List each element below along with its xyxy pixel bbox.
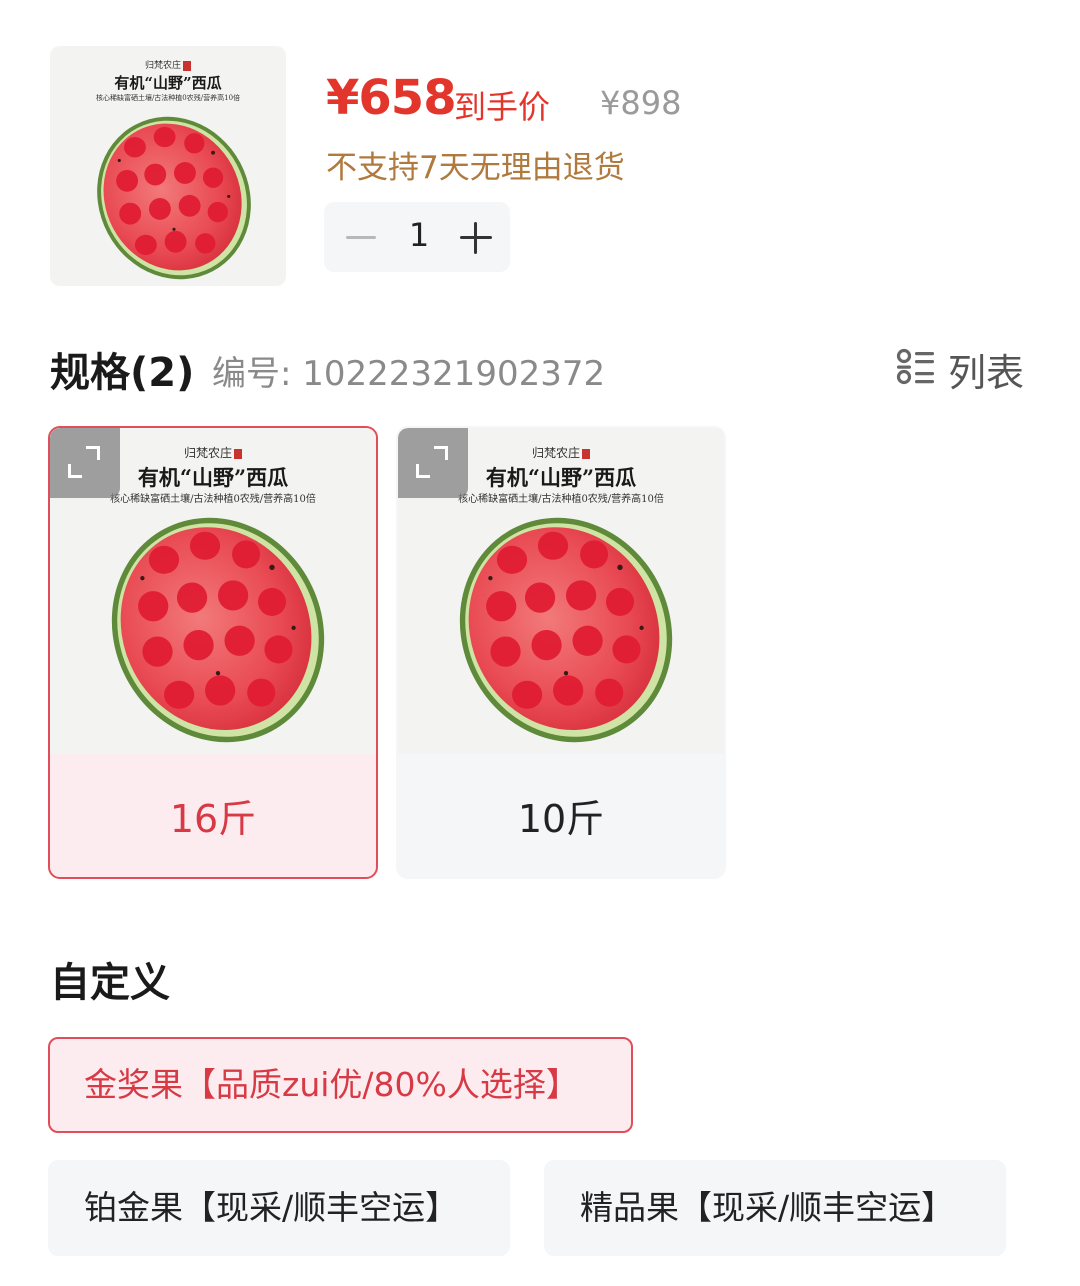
spec-option-label: 10斤	[517, 797, 605, 841]
spec-option-16jin[interactable]: 归梵农庄 有机“山野”西瓜 核心稀缺富硒土壤/古法种植0农残/营养高10倍 16…	[48, 426, 378, 879]
thumbnail-brand: 归梵农庄	[50, 58, 286, 71]
final-price-label: 到手价	[454, 88, 551, 126]
custom-section-title: 自定义	[50, 960, 170, 1006]
increase-quantity-button[interactable]	[456, 217, 496, 257]
decrease-quantity-button[interactable]	[342, 217, 382, 257]
final-price: ¥658	[326, 70, 457, 126]
spec-option-label: 16斤	[169, 797, 257, 841]
custom-option-gold[interactable]: 金奖果【品质zui优/80%人选择】	[48, 1037, 633, 1133]
custom-option-premium[interactable]: 精品果【现采/顺丰空运】	[544, 1160, 1006, 1256]
list-view-icon	[896, 348, 934, 385]
watermelon-image	[110, 510, 326, 750]
watermelon-image	[80, 112, 268, 284]
watermelon-image	[458, 510, 674, 750]
expand-image-icon[interactable]	[398, 428, 468, 498]
quantity-value[interactable]: 1	[404, 216, 434, 254]
quantity-stepper: 1	[324, 202, 510, 272]
spec-option-10jin[interactable]: 归梵农庄 有机“山野”西瓜 核心稀缺富硒土壤/古法种植0农残/营养高10倍 10…	[396, 426, 726, 879]
list-view-toggle[interactable]: 列表	[892, 340, 1034, 395]
return-policy-notice: 不支持7天无理由退货	[326, 150, 625, 186]
custom-option-platinum[interactable]: 铂金果【现采/顺丰空运】	[48, 1160, 510, 1256]
thumbnail-title: 有机“山野”西瓜	[114, 74, 222, 92]
product-code: 编号: 10222321902372	[212, 354, 606, 394]
product-thumbnail[interactable]: 归梵农庄 有机“山野”西瓜 核心稀缺富硒土壤/古法种植0农残/营养高10倍	[50, 46, 286, 286]
original-price: ¥898	[600, 84, 682, 122]
spec-section-title: 规格(2)	[50, 350, 195, 396]
expand-image-icon[interactable]	[50, 428, 120, 498]
list-view-label: 列表	[948, 351, 1025, 395]
thumbnail-subtitle: 核心稀缺富硒土壤/古法种植0农残/营养高10倍	[95, 94, 241, 102]
